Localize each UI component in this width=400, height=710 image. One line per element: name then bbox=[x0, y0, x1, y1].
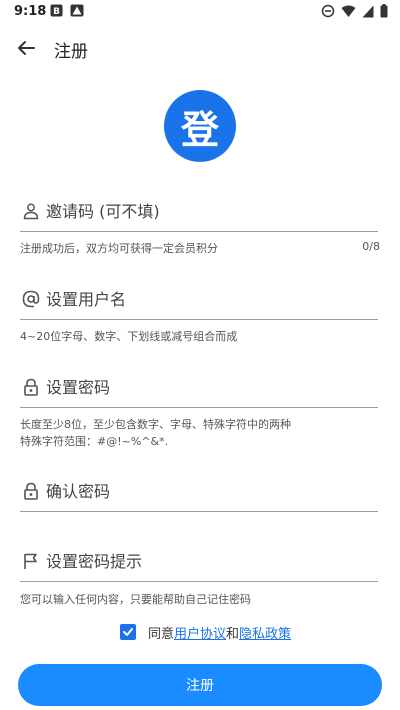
invite-code-counter: 0/8 bbox=[362, 240, 380, 253]
flag-icon bbox=[24, 553, 37, 569]
password-hint-helper: 您可以输入任何内容，只要能帮助自己记住密码 bbox=[20, 593, 251, 606]
agreement-row: 同意用户协议和隐私政策 bbox=[120, 622, 291, 642]
at-icon bbox=[22, 290, 40, 308]
username-helper: 4~20位字母、数字、下划线或减号组合而成 bbox=[20, 330, 238, 343]
confirm-password-input[interactable] bbox=[46, 476, 371, 506]
app-logo: 登 bbox=[164, 90, 236, 162]
password-helper-line2: 特殊字符范围：#@!~%^&*. bbox=[20, 435, 169, 448]
confirm-password-field bbox=[20, 472, 378, 512]
lock-icon bbox=[24, 378, 38, 396]
invite-code-field bbox=[20, 192, 378, 232]
privacy-policy-link[interactable]: 隐私政策 bbox=[239, 627, 291, 642]
status-bar: 9:18 B bbox=[0, 0, 400, 24]
user-agreement-link[interactable]: 用户协议 bbox=[174, 627, 226, 642]
password-field bbox=[20, 368, 378, 408]
page-title: 注册 bbox=[54, 42, 88, 62]
agreement-prefix: 同意 bbox=[148, 626, 175, 642]
notification-b-icon: B bbox=[50, 4, 63, 17]
logo-glyph: 登 bbox=[180, 106, 219, 152]
username-field bbox=[20, 280, 378, 320]
signal-icon bbox=[362, 5, 374, 17]
app-bar: 注册 bbox=[0, 28, 400, 68]
status-right-icons bbox=[321, 4, 388, 18]
agreement-conjunction: 和 bbox=[226, 626, 240, 642]
username-input[interactable] bbox=[46, 284, 371, 314]
invite-code-helper: 注册成功后，双方均可获得一定会员积分 bbox=[20, 242, 218, 255]
dnd-icon bbox=[321, 4, 335, 18]
agreement-text: 同意用户协议和隐私政策 bbox=[148, 623, 291, 642]
register-button[interactable]: 注册 bbox=[18, 664, 382, 706]
status-time: 9:18 bbox=[14, 4, 47, 19]
password-hint-field bbox=[20, 542, 378, 582]
wifi-icon bbox=[341, 5, 356, 17]
battery-icon bbox=[380, 4, 388, 18]
status-left-icons: B bbox=[50, 4, 84, 17]
password-hint-input[interactable] bbox=[46, 546, 371, 576]
invite-code-input[interactable] bbox=[46, 196, 371, 226]
person-icon bbox=[23, 203, 39, 220]
password-helper-line1: 长度至少8位，至少包含数字、字母、特殊字符中的两种 bbox=[20, 418, 291, 431]
arrow-left-icon bbox=[18, 41, 35, 55]
check-icon bbox=[123, 628, 133, 636]
warning-icon bbox=[70, 4, 84, 17]
back-button[interactable] bbox=[12, 34, 40, 62]
agreement-checkbox[interactable] bbox=[120, 624, 136, 640]
svg-text:B: B bbox=[53, 7, 60, 17]
lock-icon bbox=[24, 482, 38, 500]
password-input[interactable] bbox=[46, 372, 371, 402]
